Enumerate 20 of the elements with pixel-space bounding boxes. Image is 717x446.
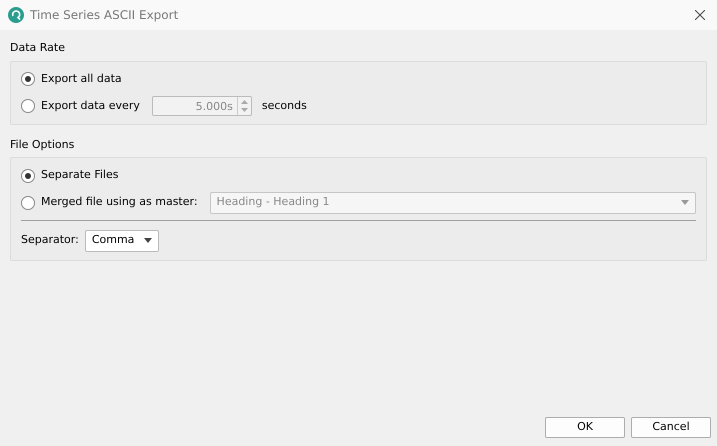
radio-label[interactable]: Export data every [41, 98, 140, 114]
radio-button[interactable] [21, 168, 35, 182]
group-title: File Options [10, 136, 76, 152]
separator-dropdown[interactable]: Comma [84, 230, 160, 252]
dialog-button[interactable]: OK [545, 417, 625, 438]
radio-label[interactable]: Export all data [41, 70, 122, 88]
radio-label[interactable]: Merged file using as master: [41, 194, 198, 211]
radio-button[interactable] [21, 196, 35, 210]
radio-label[interactable]: Separate Files [41, 167, 118, 184]
separator-label: Separator: [21, 232, 79, 248]
radio-button[interactable] [21, 99, 35, 113]
group-title: Data Rate [10, 40, 66, 56]
window-title: Time Series ASCII Export [30, 7, 178, 24]
close-icon [695, 10, 705, 20]
unit-label: seconds [262, 98, 307, 114]
dialog-button[interactable]: Cancel [631, 417, 711, 438]
dropdown-arrow-icon [144, 238, 152, 243]
app-logo-icon [8, 7, 24, 23]
radio-button[interactable] [21, 72, 35, 86]
dropdown-arrow-icon [681, 200, 689, 205]
